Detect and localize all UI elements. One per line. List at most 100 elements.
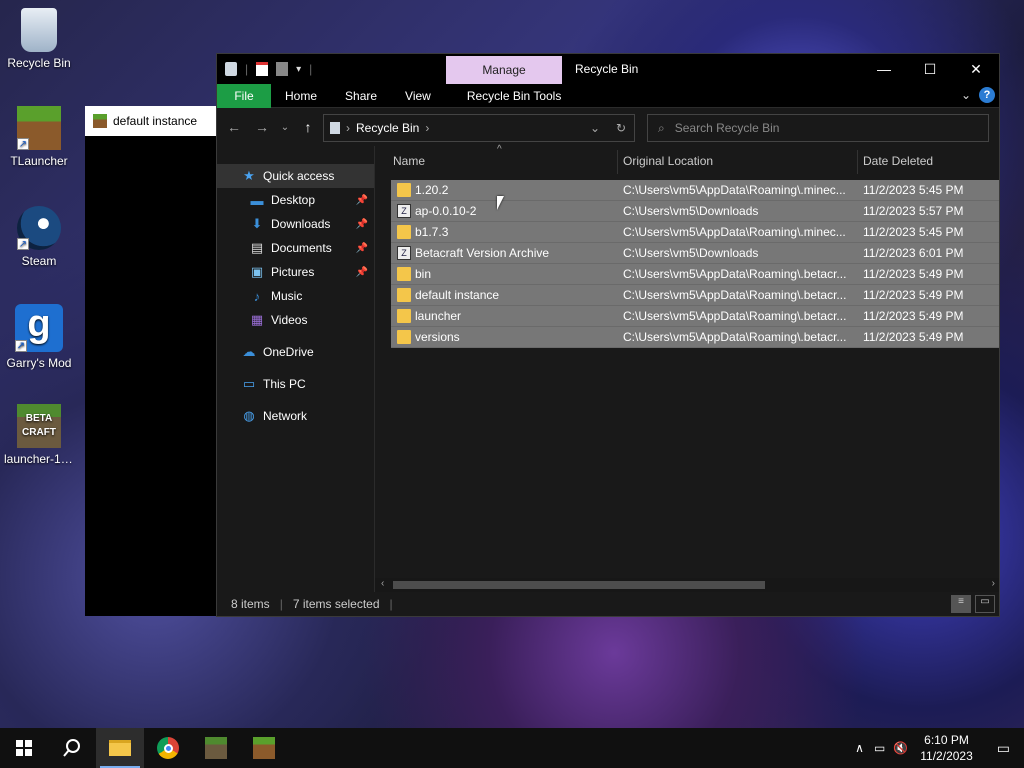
- nav-item-onedrive[interactable]: ☁ OneDrive: [217, 340, 374, 364]
- pin-icon[interactable]: 📌: [356, 219, 368, 230]
- window-controls: — ☐ ✕: [861, 54, 999, 84]
- navigation-pane: ★ Quick access ▬ Desktop 📌 ⬇ Downloads 📌…: [217, 146, 375, 592]
- column-original-location[interactable]: Original Location: [623, 154, 713, 168]
- forward-button[interactable]: →: [251, 119, 273, 135]
- horizontal-scrollbar[interactable]: ‹ ›: [375, 578, 999, 592]
- address-bar[interactable]: › Recycle Bin › ⌄ ↻: [323, 114, 635, 142]
- table-row[interactable]: default instance C:\Users\vm5\AppData\Ro…: [391, 285, 999, 306]
- folder-icon: [109, 740, 131, 756]
- large-icons-view-icon[interactable]: ▭: [975, 595, 995, 613]
- explorer-body: ★ Quick access ▬ Desktop 📌 ⬇ Downloads 📌…: [217, 144, 999, 592]
- scroll-right-icon[interactable]: ›: [992, 578, 995, 589]
- nav-item-network[interactable]: ◍ Network: [217, 404, 374, 428]
- desktop-icon-steam[interactable]: ↗ Steam: [4, 206, 74, 268]
- nav-item-documents[interactable]: ▤ Documents 📌: [217, 236, 374, 260]
- column-date-deleted[interactable]: Date Deleted: [863, 154, 933, 168]
- file-list: ^ Name Original Location Date Deleted 1.…: [375, 144, 999, 592]
- recent-locations-icon[interactable]: ⌄: [279, 122, 291, 133]
- nav-item-quick-access[interactable]: ★ Quick access: [217, 164, 374, 188]
- taskbar-file-explorer[interactable]: [96, 728, 144, 768]
- network-icon[interactable]: ▭: [870, 741, 889, 755]
- pin-icon[interactable]: 📌: [356, 195, 368, 206]
- nav-item-this-pc[interactable]: ▭ This PC: [217, 372, 374, 396]
- tab-view[interactable]: View: [391, 89, 445, 103]
- file-date: 11/2/2023 6:01 PM: [863, 246, 964, 260]
- table-row[interactable]: 1.20.2 C:\Users\vm5\AppData\Roaming\.min…: [391, 180, 999, 201]
- help-icon[interactable]: ?: [979, 87, 995, 103]
- background-window-tab[interactable]: default instance: [85, 106, 217, 136]
- close-button[interactable]: ✕: [953, 54, 999, 84]
- folder-icon: [397, 288, 411, 302]
- show-hidden-icons-icon[interactable]: ∧: [849, 741, 870, 755]
- search-box[interactable]: ⌕ Search Recycle Bin: [647, 114, 989, 142]
- file-location: C:\Users\vm5\AppData\Roaming\.minec...: [623, 183, 846, 197]
- music-icon: ♪: [253, 288, 261, 304]
- taskbar-betacraft[interactable]: [192, 728, 240, 768]
- zip-icon: Z: [397, 204, 411, 218]
- table-row[interactable]: Z ap-0.0.10-2 C:\Users\vm5\Downloads 11/…: [391, 201, 999, 222]
- new-folder-icon[interactable]: [276, 62, 289, 76]
- table-row[interactable]: bin C:\Users\vm5\AppData\Roaming\.betacr…: [391, 264, 999, 285]
- taskbar: ∧ ▭ 🔇 6:10 PM 11/2/2023 ▭: [0, 728, 1024, 768]
- nav-item-music[interactable]: ♪ Music: [217, 284, 374, 308]
- table-row[interactable]: Z Betacraft Version Archive C:\Users\vm5…: [391, 243, 999, 264]
- expand-ribbon-icon[interactable]: ⌄: [961, 88, 971, 102]
- minimize-button[interactable]: —: [861, 54, 907, 84]
- file-name: default instance: [415, 288, 500, 302]
- desktop-icon-garrys-mod[interactable]: g ↗ Garry's Mod: [4, 304, 74, 370]
- desktop-icon-tlauncher[interactable]: ↗ TLauncher: [4, 106, 74, 168]
- maximize-button[interactable]: ☐: [907, 54, 953, 84]
- tab-manage[interactable]: Manage: [446, 56, 562, 84]
- desktop-icon-betacraft[interactable]: BETA CRAFT launcher-1....: [4, 404, 74, 466]
- desktop-icon-recycle-bin[interactable]: Recycle Bin: [4, 8, 74, 70]
- refresh-icon[interactable]: ↻: [616, 121, 626, 135]
- nav-item-downloads[interactable]: ⬇ Downloads 📌: [217, 212, 374, 236]
- chevron-down-icon[interactable]: ▾: [296, 64, 301, 75]
- taskbar-chrome[interactable]: [144, 728, 192, 768]
- pin-icon[interactable]: 📌: [356, 243, 368, 254]
- search-button[interactable]: [48, 728, 96, 768]
- nav-item-label: Documents: [271, 241, 332, 255]
- clock[interactable]: 6:10 PM 11/2/2023: [920, 732, 973, 764]
- background-window: [85, 106, 217, 616]
- nav-item-videos[interactable]: ▦ Videos: [217, 308, 374, 332]
- shortcut-arrow-icon: ↗: [15, 340, 27, 352]
- pin-icon[interactable]: 📌: [356, 267, 368, 278]
- nav-item-label: Network: [263, 409, 308, 423]
- nav-item-label: This PC: [263, 377, 306, 391]
- start-button[interactable]: [0, 728, 48, 768]
- search-input[interactable]: Search Recycle Bin: [675, 121, 780, 135]
- column-name[interactable]: Name: [393, 154, 425, 168]
- taskbar-minecraft[interactable]: [240, 728, 288, 768]
- table-row[interactable]: launcher C:\Users\vm5\AppData\Roaming\.b…: [391, 306, 999, 327]
- properties-icon[interactable]: [256, 62, 269, 76]
- desktop-icon-label: launcher-1....: [4, 452, 74, 466]
- table-row[interactable]: b1.7.3 C:\Users\vm5\AppData\Roaming\.min…: [391, 222, 999, 243]
- scroll-left-icon[interactable]: ‹: [381, 578, 384, 589]
- table-row[interactable]: versions C:\Users\vm5\AppData\Roaming\.b…: [391, 327, 999, 348]
- steam-icon: ↗: [17, 206, 61, 250]
- nav-item-desktop[interactable]: ▬ Desktop 📌: [217, 188, 374, 212]
- tab-home[interactable]: Home: [271, 89, 331, 103]
- column-headers: ^ Name Original Location Date Deleted: [375, 144, 999, 178]
- tab-recycle-bin-tools[interactable]: Recycle Bin Tools: [453, 89, 576, 103]
- breadcrumb[interactable]: Recycle Bin: [356, 121, 419, 135]
- scrollbar-thumb[interactable]: [393, 581, 765, 589]
- file-name: launcher: [415, 309, 462, 323]
- tab-share[interactable]: Share: [331, 89, 391, 103]
- volume-muted-icon[interactable]: 🔇: [889, 741, 912, 755]
- back-button[interactable]: ←: [223, 119, 245, 135]
- chrome-icon: [157, 737, 179, 759]
- nav-item-label: OneDrive: [263, 345, 314, 359]
- file-date: 11/2/2023 5:57 PM: [863, 204, 964, 218]
- file-location: C:\Users\vm5\AppData\Roaming\.minec...: [623, 225, 846, 239]
- quick-access-toolbar: | ▾ |: [217, 62, 312, 76]
- desktop-icon-label: Recycle Bin: [7, 56, 71, 70]
- details-view-icon[interactable]: ≡: [951, 595, 971, 613]
- breadcrumb-separator-icon: ›: [346, 121, 350, 135]
- address-dropdown-icon[interactable]: ⌄: [590, 121, 600, 135]
- notifications-icon[interactable]: ▭: [991, 740, 1024, 757]
- nav-item-pictures[interactable]: ▣ Pictures 📌: [217, 260, 374, 284]
- up-button[interactable]: ↑: [297, 119, 319, 135]
- tab-file[interactable]: File: [217, 83, 271, 108]
